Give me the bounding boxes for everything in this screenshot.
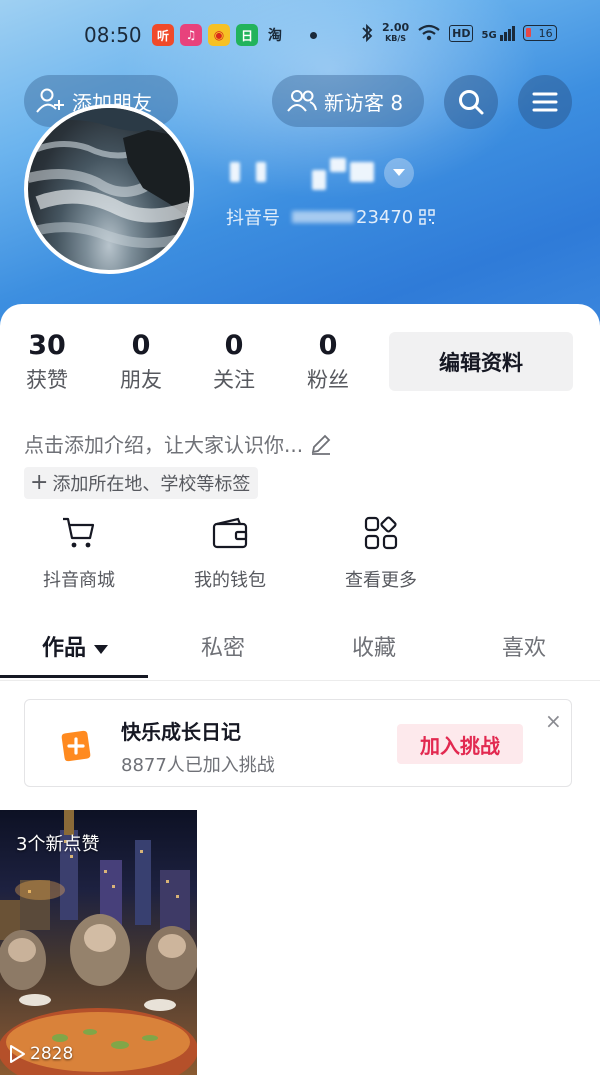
avatar[interactable] — [24, 104, 194, 274]
grid-icon — [321, 512, 441, 554]
caret-down-icon — [94, 644, 108, 654]
bio-placeholder[interactable]: 点击添加介绍，让大家认识你... — [24, 429, 333, 458]
nickname-dropdown-button[interactable] — [384, 158, 414, 188]
app-notification-icon: ♫ — [180, 24, 202, 46]
douyin-id: 抖音号 23470 — [226, 204, 436, 230]
stat-friends[interactable]: 0 朋友 — [106, 330, 176, 394]
status-bar: 08:50 听 ♫ ◉ 日 淘 2.00 KB/S HD 5G 16 — [0, 18, 600, 52]
challenge-card[interactable]: 快乐成长日记 8877人已加入挑战 加入挑战 × — [24, 699, 572, 787]
play-count: 2828 — [8, 1044, 73, 1064]
app-notification-icon: 日 — [236, 24, 258, 46]
quick-action-more[interactable]: 查看更多 — [321, 512, 441, 592]
search-icon — [459, 90, 484, 115]
plus-icon: + — [30, 470, 49, 495]
taobao-icon: 淘 — [268, 28, 282, 44]
play-icon — [8, 1044, 26, 1064]
cart-icon — [19, 512, 139, 554]
quick-action-shop[interactable]: 抖音商城 — [19, 512, 139, 592]
tab-works[interactable]: 作品 — [0, 630, 150, 662]
wallet-icon — [170, 512, 290, 554]
new-visitors-label: 新访客 8 — [324, 90, 404, 115]
search-button[interactable] — [444, 75, 498, 129]
network-speed: 2.00 KB/S — [382, 21, 410, 43]
qr-code-icon[interactable] — [419, 209, 436, 225]
close-icon[interactable]: × — [545, 711, 562, 731]
chevron-down-icon — [393, 169, 405, 176]
join-challenge-button[interactable]: 加入挑战 — [397, 724, 523, 764]
stat-following[interactable]: 0 关注 — [199, 330, 269, 394]
douyin-id-suffix: 23470 — [356, 206, 414, 228]
hd-badge: HD — [449, 24, 474, 42]
hamburger-icon — [532, 92, 558, 112]
challenge-icon — [57, 728, 95, 768]
tab-private[interactable]: 私密 — [148, 630, 298, 662]
wifi-icon — [418, 24, 440, 41]
douyin-id-mask — [292, 211, 354, 223]
challenge-subtitle: 8877人已加入挑战 — [121, 755, 275, 776]
menu-button[interactable] — [518, 75, 572, 129]
new-likes-badge: 3个新点赞 — [16, 834, 100, 855]
status-app-icons: 听 ♫ ◉ 日 淘 — [152, 24, 286, 46]
pencil-icon — [309, 432, 333, 456]
bluetooth-icon — [362, 23, 373, 43]
tab-likes[interactable]: 喜欢 — [449, 630, 599, 662]
status-time: 08:50 — [84, 23, 142, 47]
add-tags-button[interactable]: + 添加所在地、学校等标签 — [24, 467, 259, 499]
status-dot — [310, 32, 317, 39]
edit-profile-button[interactable]: 编辑资料 — [389, 332, 573, 391]
avatar-image — [28, 108, 190, 248]
visitors-icon — [286, 88, 318, 114]
tab-favorites[interactable]: 收藏 — [299, 630, 449, 662]
content-tabs: 作品 私密 收藏 喜欢 — [0, 622, 600, 681]
app-notification-icon: 听 — [152, 24, 174, 46]
challenge-title: 快乐成长日记 — [121, 720, 241, 744]
quick-action-wallet[interactable]: 我的钱包 — [170, 512, 290, 592]
new-visitors-button[interactable]: 新访客 8 — [272, 75, 424, 127]
stat-followers[interactable]: 0 粉丝 — [293, 330, 363, 394]
video-thumbnail[interactable]: 3个新点赞 2828 — [0, 810, 197, 1075]
status-indicators: 2.00 KB/S HD 5G 16 — [360, 22, 557, 44]
weibo-icon: ◉ — [208, 24, 230, 46]
nickname-obscured — [226, 150, 386, 190]
signal-icon: 5G — [481, 25, 515, 41]
douyin-id-prefix: 抖音号 — [226, 208, 280, 229]
stat-likes[interactable]: 30 获赞 — [12, 330, 82, 394]
active-tab-indicator — [0, 675, 148, 678]
battery-indicator: 16 — [522, 25, 557, 41]
